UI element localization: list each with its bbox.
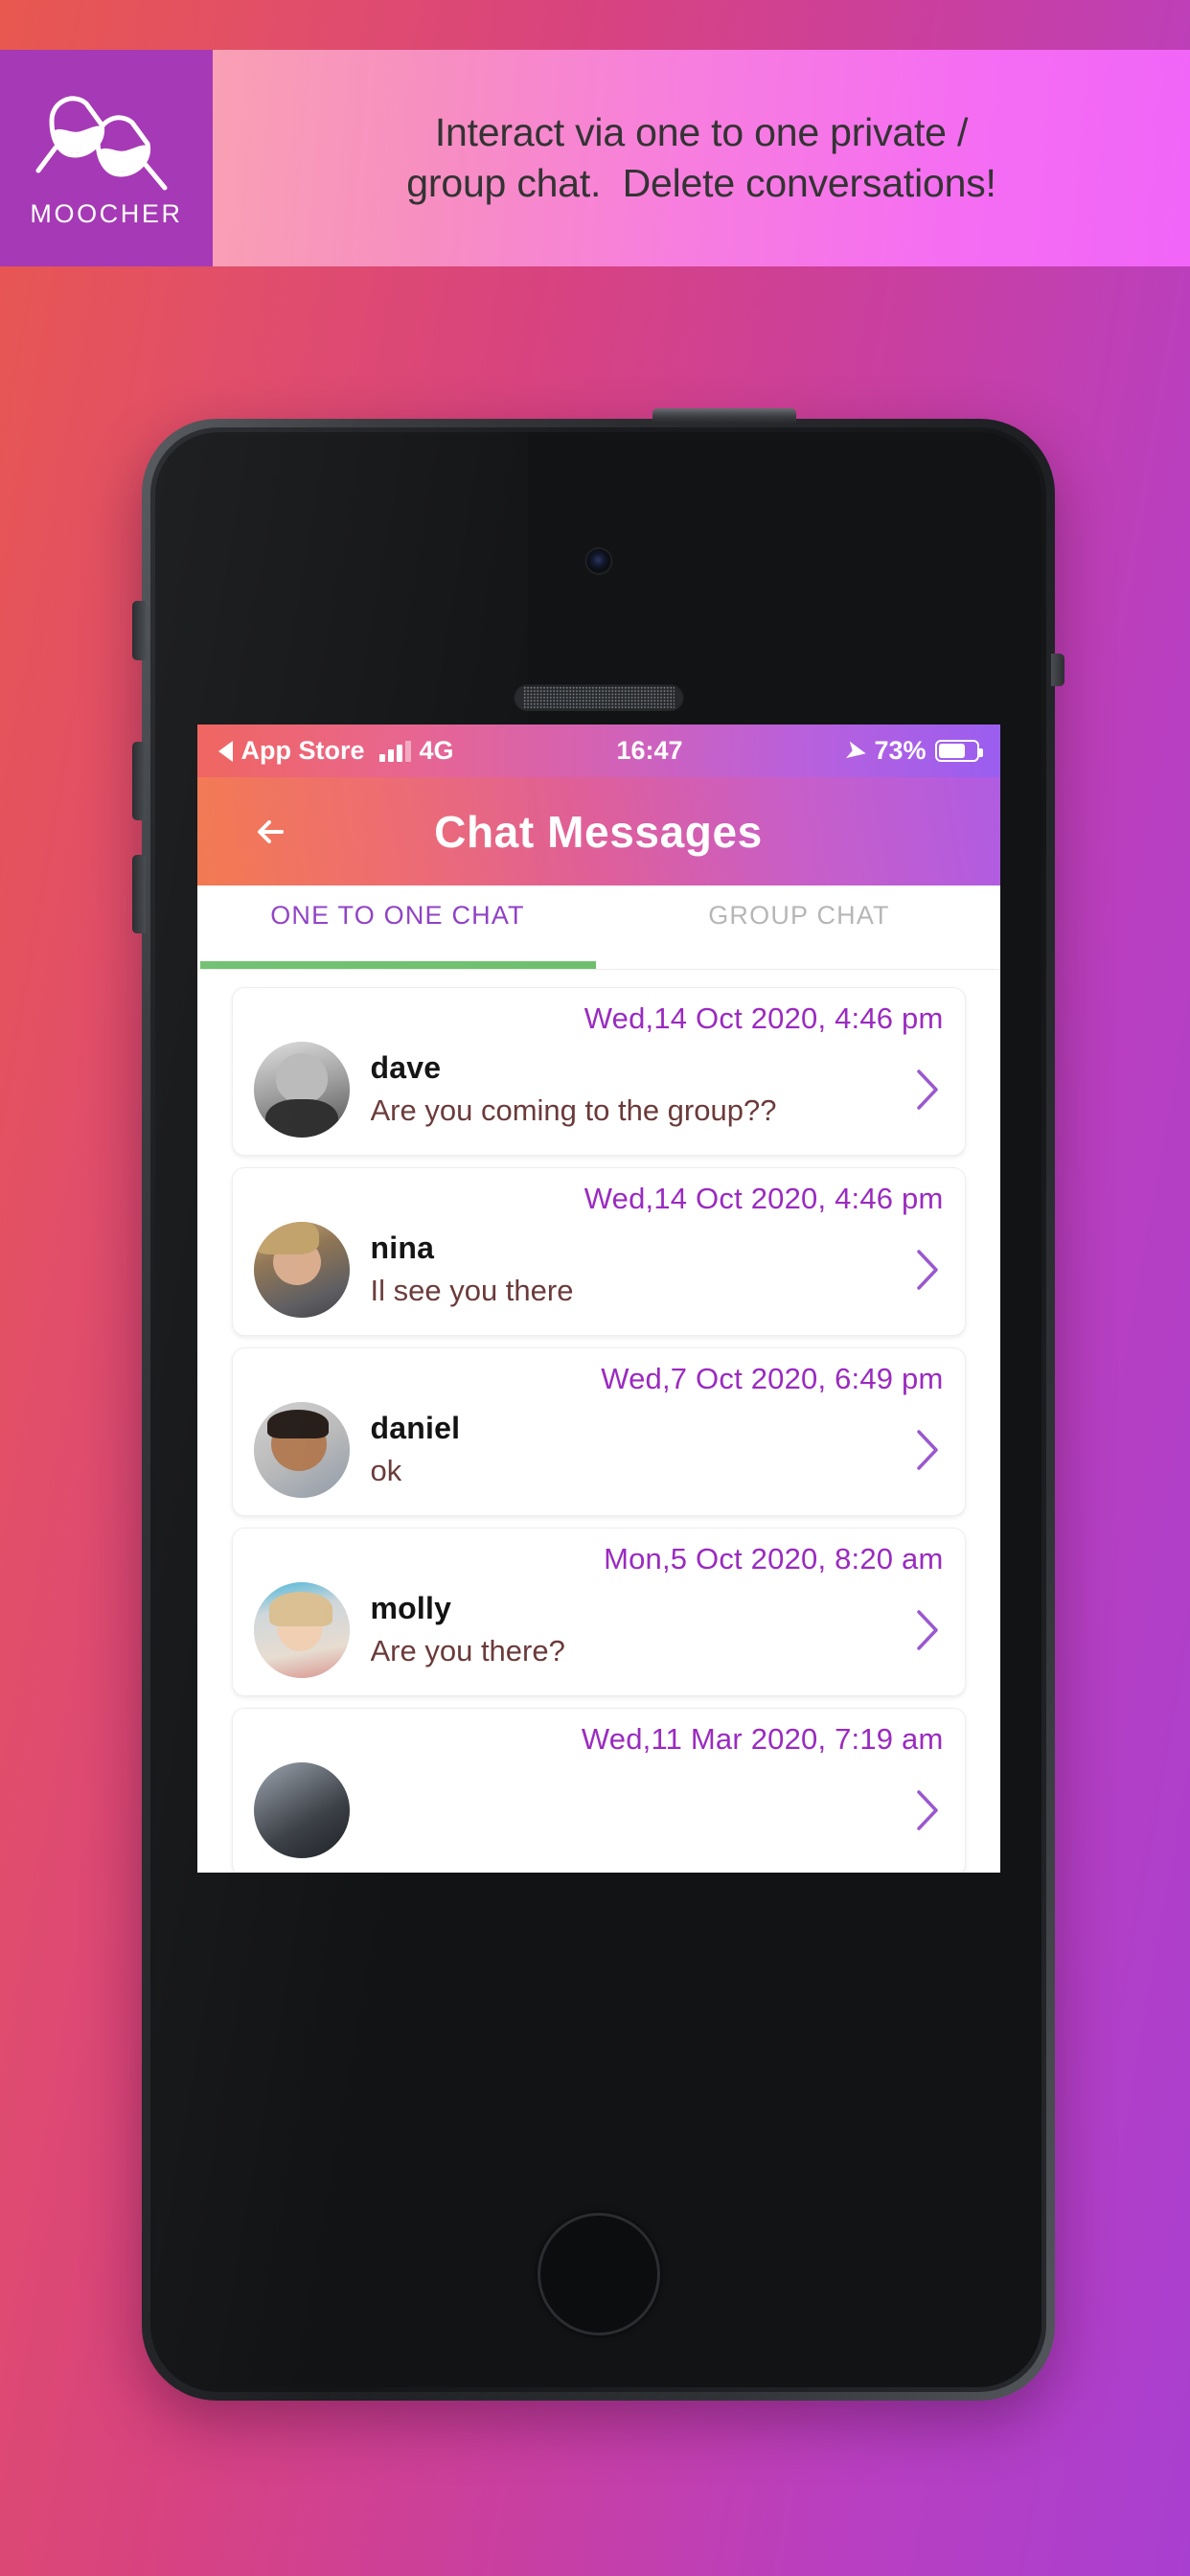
network-label: 4G [419, 736, 454, 765]
signal-bars-icon [378, 740, 411, 762]
volume-up-button[interactable] [132, 742, 146, 820]
chat-tabs: ONE TO ONE CHAT GROUP CHAT [196, 886, 1000, 970]
phone-mockup: App Store 4G 16:47 ➤ 73% Chat Messages O… [132, 408, 1064, 2401]
chevron-right-icon[interactable] [911, 1245, 944, 1295]
status-time: 16:47 [616, 736, 683, 765]
chat-timestamp: Wed,14 Oct 2020, 4:46 pm [584, 1001, 944, 1035]
tab-one-to-one-chat[interactable]: ONE TO ONE CHAT [197, 886, 599, 969]
front-camera-icon [586, 549, 610, 573]
volume-down-button[interactable] [132, 855, 146, 933]
home-button[interactable] [537, 2213, 660, 2335]
chat-timestamp: Wed,7 Oct 2020, 6:49 pm [601, 1362, 944, 1395]
phone-bezel: App Store 4G 16:47 ➤ 73% Chat Messages O… [150, 427, 1046, 2392]
status-bar-left[interactable]: App Store 4G [217, 736, 454, 766]
avatar [253, 1402, 350, 1498]
chevron-right-icon[interactable] [911, 1425, 944, 1475]
chat-timestamp: Wed,11 Mar 2020, 7:19 am [581, 1722, 944, 1756]
status-bar-right: ➤ 73% [842, 735, 983, 767]
chat-list-item[interactable]: Wed,14 Oct 2020, 4:46 pm dave Are you co… [231, 987, 966, 1156]
mute-switch[interactable] [132, 601, 146, 660]
chat-user-name: nina [370, 1230, 435, 1266]
avatar [253, 1582, 350, 1678]
chat-timestamp: Mon,5 Oct 2020, 8:20 am [604, 1542, 944, 1576]
promo-headline: Interact via one to one private / group … [213, 50, 1190, 266]
chat-preview-message: Are you there? [370, 1634, 565, 1668]
tab-group-chat[interactable]: GROUP CHAT [599, 886, 1000, 969]
chat-preview-message: Il see you there [370, 1274, 574, 1308]
chat-user-name: molly [370, 1591, 452, 1626]
avatar [253, 1762, 350, 1858]
status-bar: App Store 4G 16:47 ➤ 73% [196, 724, 1000, 777]
phone-screen: App Store 4G 16:47 ➤ 73% Chat Messages O… [196, 724, 1000, 1873]
chevron-right-icon[interactable] [911, 1785, 944, 1835]
chevron-right-icon[interactable] [911, 1605, 944, 1655]
app-header: Chat Messages [196, 777, 1000, 886]
battery-icon [934, 740, 983, 762]
chat-user-name: daniel [370, 1411, 461, 1446]
app-logo-text: MOOCHER [30, 198, 183, 228]
chat-list-item[interactable]: Wed,7 Oct 2020, 6:49 pm daniel ok [231, 1347, 966, 1516]
back-arrow-icon[interactable] [249, 810, 293, 854]
promo-banner: MOOCHER Interact via one to one private … [0, 50, 1190, 266]
earpiece-speaker [513, 683, 684, 711]
chat-preview-message: ok [370, 1454, 402, 1488]
power-button[interactable] [652, 408, 796, 424]
speaker-mesh [522, 686, 675, 708]
page-title: Chat Messages [434, 806, 763, 857]
tab-group-chat-label: GROUP CHAT [708, 901, 890, 930]
app-logo-box: MOOCHER [0, 50, 213, 266]
status-back-label: App Store [240, 736, 365, 765]
chat-timestamp: Wed,14 Oct 2020, 4:46 pm [584, 1182, 944, 1215]
phone-front-face: App Store 4G 16:47 ➤ 73% Chat Messages O… [155, 432, 1041, 2387]
chat-list-item[interactable]: Wed,11 Mar 2020, 7:19 am [231, 1708, 966, 1873]
wine-glasses-icon [34, 88, 178, 194]
tab-active-indicator [199, 961, 596, 969]
promo-headline-line2: group chat. Delete conversations! [406, 161, 996, 205]
tab-one-to-one-chat-label: ONE TO ONE CHAT [270, 901, 525, 930]
chat-user-name: dave [370, 1050, 442, 1086]
chevron-right-icon[interactable] [911, 1065, 944, 1115]
promo-headline-line1: Interact via one to one private / [434, 109, 969, 154]
back-triangle-icon [217, 740, 233, 762]
avatar [253, 1042, 350, 1138]
chat-list[interactable]: Wed,14 Oct 2020, 4:46 pm dave Are you co… [196, 970, 1000, 1873]
battery-percent-label: 73% [874, 736, 927, 765]
chat-list-item[interactable]: Wed,14 Oct 2020, 4:46 pm nina Il see you… [231, 1167, 966, 1336]
chat-preview-message: Are you coming to the group?? [370, 1093, 777, 1128]
avatar [253, 1222, 350, 1318]
chat-list-item[interactable]: Mon,5 Oct 2020, 8:20 am molly Are you th… [231, 1528, 966, 1696]
location-arrow-icon: ➤ [842, 735, 869, 767]
sim-tray [1051, 654, 1064, 686]
